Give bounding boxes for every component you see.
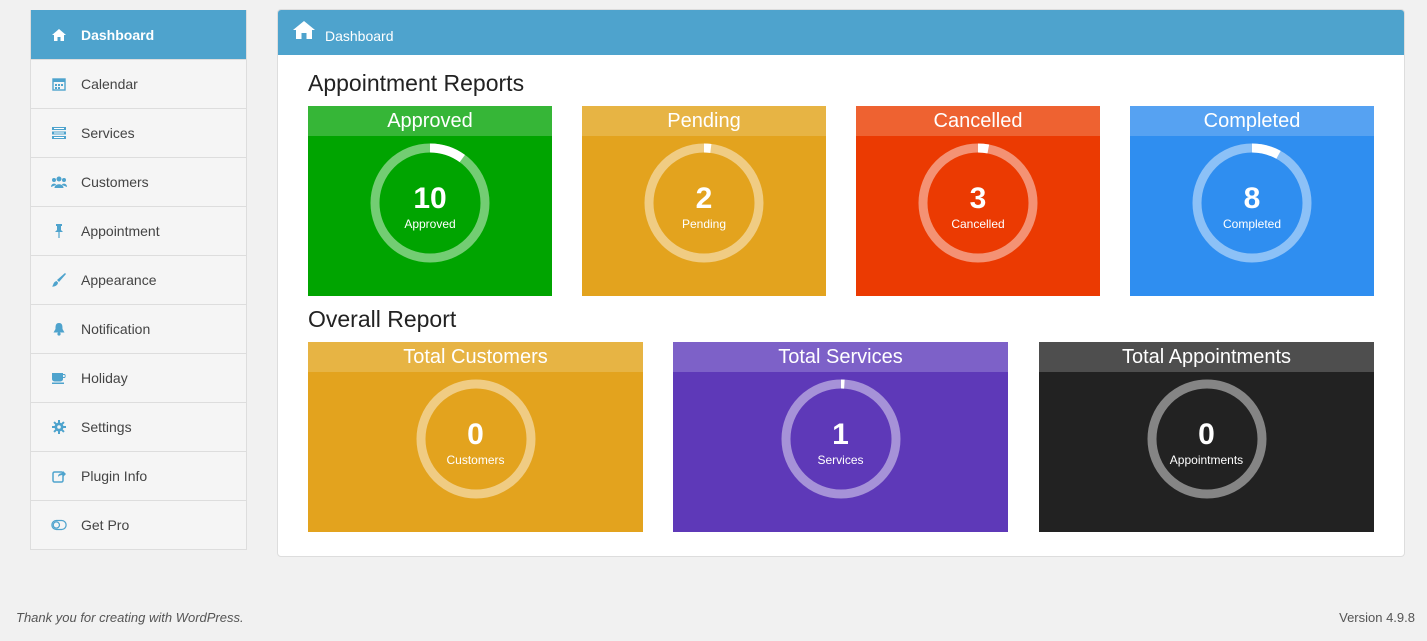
card-title: Total Services xyxy=(673,342,1008,372)
progress-ring: 0 Appointments xyxy=(1145,377,1269,501)
sidebar-item-get-pro[interactable]: Get Pro xyxy=(31,500,246,549)
progress-ring: 10 Approved xyxy=(368,141,492,265)
stat-label: Pending xyxy=(681,217,727,231)
dashboard-panel: Dashboard Appointment Reports Approved 10… xyxy=(277,9,1405,557)
users-icon xyxy=(51,174,67,190)
appointment-stat-card: Cancelled 3 Cancelled xyxy=(856,106,1100,296)
stat-label: Customers xyxy=(446,453,505,467)
card-body: 3 Cancelled xyxy=(856,136,1100,296)
overall-stat-card: Total Customers 0 Customers xyxy=(308,342,643,532)
calendar-icon xyxy=(51,76,67,92)
home-icon xyxy=(51,27,67,43)
sidebar-item-label: Holiday xyxy=(81,370,128,386)
sidebar-item-label: Appointment xyxy=(81,223,160,239)
sidebar-item-label: Notification xyxy=(81,321,151,337)
card-body: 8 Completed xyxy=(1130,136,1374,296)
card-title: Approved xyxy=(308,106,552,136)
card-body: 1 Services xyxy=(673,372,1008,532)
sidebar-item-label: Services xyxy=(81,125,135,141)
progress-ring: 2 Pending xyxy=(642,141,766,265)
panel-title: Dashboard xyxy=(325,27,394,44)
sidebar-item-label: Appearance xyxy=(81,272,157,288)
stat-label: Appointments xyxy=(1169,453,1244,467)
sidebar-item-customers[interactable]: Customers xyxy=(31,157,246,206)
card-title: Total Appointments xyxy=(1039,342,1374,372)
sidebar-menu: Dashboard Calendar Services Customers Ap… xyxy=(30,10,247,550)
sidebar-item-label: Customers xyxy=(81,174,149,190)
toggle-icon xyxy=(51,517,67,533)
share-icon xyxy=(51,468,67,484)
progress-ring: 0 Customers xyxy=(414,377,538,501)
brush-icon xyxy=(51,272,67,288)
sidebar-item-services[interactable]: Services xyxy=(31,108,246,157)
progress-ring: 8 Completed xyxy=(1190,141,1314,265)
sidebar-item-calendar[interactable]: Calendar xyxy=(31,59,246,108)
card-body: 0 Customers xyxy=(308,372,643,532)
stat-label: Services xyxy=(817,453,864,467)
sidebar-item-dashboard[interactable]: Dashboard xyxy=(31,10,246,59)
appointment-reports-title: Appointment Reports xyxy=(308,70,525,96)
card-body: 10 Approved xyxy=(308,136,552,296)
sidebar-item-settings[interactable]: Settings xyxy=(31,402,246,451)
sidebar-item-label: Calendar xyxy=(81,76,138,92)
sidebar-item-label: Plugin Info xyxy=(81,468,148,484)
footer-credit: Thank you for creating with WordPress. xyxy=(16,610,244,625)
panel-header: Dashboard xyxy=(278,10,1404,55)
sidebar-item-appearance[interactable]: Appearance xyxy=(31,255,246,304)
card-title: Pending xyxy=(582,106,826,136)
stat-value: 10 xyxy=(413,182,447,215)
cup-icon xyxy=(51,370,67,386)
stat-value: 2 xyxy=(695,182,713,215)
card-body: 0 Appointments xyxy=(1039,372,1374,532)
overall-report-title: Overall Report xyxy=(308,306,457,332)
overall-stat-card: Total Appointments 0 Appointments xyxy=(1039,342,1374,532)
pin-icon xyxy=(51,223,67,239)
overall-stat-card: Total Services 1 Services xyxy=(673,342,1008,532)
home-icon xyxy=(293,21,315,44)
appointment-stat-card: Completed 8 Completed xyxy=(1130,106,1374,296)
appointment-stat-card: Approved 10 Approved xyxy=(308,106,552,296)
stat-value: 0 xyxy=(467,418,484,451)
appointment-stat-card: Pending 2 Pending xyxy=(582,106,826,296)
stat-label: Cancelled xyxy=(951,217,1005,231)
sidebar-item-holiday[interactable]: Holiday xyxy=(31,353,246,402)
bell-icon xyxy=(51,321,67,337)
progress-ring: 3 Cancelled xyxy=(916,141,1040,265)
stat-value: 3 xyxy=(969,182,987,215)
stat-value: 0 xyxy=(1198,418,1215,451)
card-title: Completed xyxy=(1130,106,1374,136)
footer-version: Version 4.9.8 xyxy=(1339,610,1415,625)
sidebar-item-label: Settings xyxy=(81,419,132,435)
card-title: Cancelled xyxy=(856,106,1100,136)
gear-icon xyxy=(51,419,67,435)
sidebar-item-plugin-info[interactable]: Plugin Info xyxy=(31,451,246,500)
stat-value: 8 xyxy=(1243,182,1261,215)
card-body: 2 Pending xyxy=(582,136,826,296)
stat-label: Approved xyxy=(404,217,456,231)
list-icon xyxy=(51,125,67,141)
sidebar-item-label: Dashboard xyxy=(81,27,155,43)
sidebar-item-appointment[interactable]: Appointment xyxy=(31,206,246,255)
stat-label: Completed xyxy=(1222,217,1282,231)
sidebar-item-label: Get Pro xyxy=(81,517,130,533)
progress-ring: 1 Services xyxy=(779,377,903,501)
card-title: Total Customers xyxy=(308,342,643,372)
sidebar-item-notification[interactable]: Notification xyxy=(31,304,246,353)
stat-value: 1 xyxy=(832,418,849,451)
